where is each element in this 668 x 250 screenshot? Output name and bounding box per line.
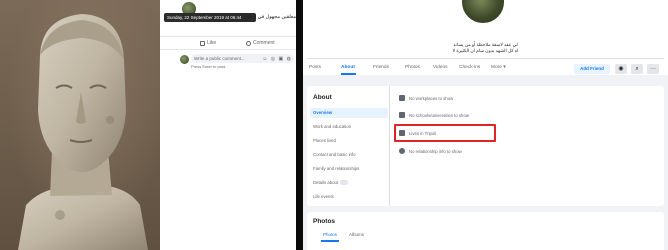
about-item-work-education[interactable]: Work and education: [310, 122, 388, 132]
about-sidebar: About Overview Work and education Places…: [307, 86, 390, 206]
active-tab-indicator: [341, 73, 356, 75]
location-pin-icon: [399, 148, 405, 154]
search-button[interactable]: ⌕: [631, 64, 643, 74]
about-item-life-events[interactable]: Life events: [310, 192, 388, 202]
panel-divider: [296, 0, 303, 250]
red-highlight-box: [394, 124, 496, 142]
overview-row-text: No schools/universities to show: [409, 112, 469, 118]
add-friend-label: Add Friend: [580, 66, 604, 71]
like-button[interactable]: Like: [200, 40, 216, 46]
comment-hint: Press Enter to post.: [191, 64, 227, 69]
about-card: About Overview Work and education Places…: [307, 86, 664, 206]
post-actions: Like Comment: [160, 36, 296, 50]
profile-header: لي عقد لاسقة ملاحظة أو من يساند اه كل ال…: [303, 0, 668, 75]
post-text: معلقين مجهول في ديما: [248, 14, 296, 20]
about-item-overview[interactable]: Overview: [310, 108, 388, 118]
tab-posts[interactable]: Posts: [309, 65, 321, 70]
message-button[interactable]: ◉: [615, 64, 627, 74]
messenger-icon: ◉: [618, 66, 624, 72]
about-item-contact-info[interactable]: Contact and basic info: [310, 150, 388, 160]
overview-row-education: No schools/universities to show: [399, 110, 469, 120]
tab-photos-sub[interactable]: Photos: [323, 232, 337, 237]
about-title: About: [313, 94, 332, 101]
tab-albums[interactable]: Albums: [349, 232, 364, 237]
tab-photos[interactable]: Photos: [405, 65, 420, 70]
overview-row-text: No workplaces to show: [409, 95, 454, 101]
about-item-family[interactable]: Family and relationships: [310, 164, 388, 174]
about-item-details[interactable]: Details about: [310, 178, 388, 188]
more-icon: ···: [650, 66, 656, 72]
profile-page: لي عقد لاسقة ملاحظة أو من يساند اه كل ال…: [303, 0, 668, 250]
comment-label: Comment: [253, 40, 275, 46]
tab-about[interactable]: About: [341, 65, 355, 70]
like-label: Like: [207, 40, 217, 46]
nav-divider: [307, 58, 664, 59]
profile-bio-line: اه كل الشهد بدون سام ان الكثيرة لا: [452, 48, 519, 53]
briefcase-icon: [399, 95, 405, 101]
more-button[interactable]: ···: [647, 64, 659, 74]
comment-composer: Write a public comment... ☺ ◎ ▣ ◍ Press …: [180, 54, 296, 69]
stone-bust-photo: [18, 14, 148, 250]
overview-row-work: No workplaces to show: [399, 93, 453, 103]
avatar: [180, 55, 189, 64]
photos-card: Photos Photos Albums: [307, 212, 664, 250]
tab-friends[interactable]: Friends: [373, 65, 389, 70]
bust-photo: [0, 0, 160, 250]
overview-row-text: No relationship info to show: [409, 148, 462, 154]
graduation-cap-icon: [399, 112, 405, 118]
search-icon: ⌕: [635, 66, 639, 72]
comment-button[interactable]: Comment: [246, 40, 275, 46]
comment-emoji-icons[interactable]: ☺ ◎ ▣ ◍: [262, 56, 292, 62]
post-header: Sunday, 22 September 2019 at 06:44 معلقي…: [160, 0, 296, 36]
about-item-details-label: Details about: [313, 180, 339, 185]
profile-picture[interactable]: [459, 0, 507, 26]
tab-check-ins[interactable]: Check-ins: [459, 65, 480, 70]
photos-title: Photos: [313, 218, 336, 225]
thumbs-up-icon: [200, 40, 205, 46]
tab-more[interactable]: More ▾: [491, 65, 506, 70]
active-tab-indicator: [321, 240, 339, 242]
facebook-post: Sunday, 22 September 2019 at 06:44 معلقي…: [160, 0, 296, 250]
comment-icon: [246, 40, 251, 46]
overview-row-relationship: No relationship info to show: [399, 146, 462, 156]
tab-videos[interactable]: Videos: [433, 65, 448, 70]
add-friend-button[interactable]: Add Friend: [574, 64, 610, 74]
blurred-name-badge: [340, 180, 349, 186]
about-item-places-lived[interactable]: Places lived: [310, 136, 388, 146]
